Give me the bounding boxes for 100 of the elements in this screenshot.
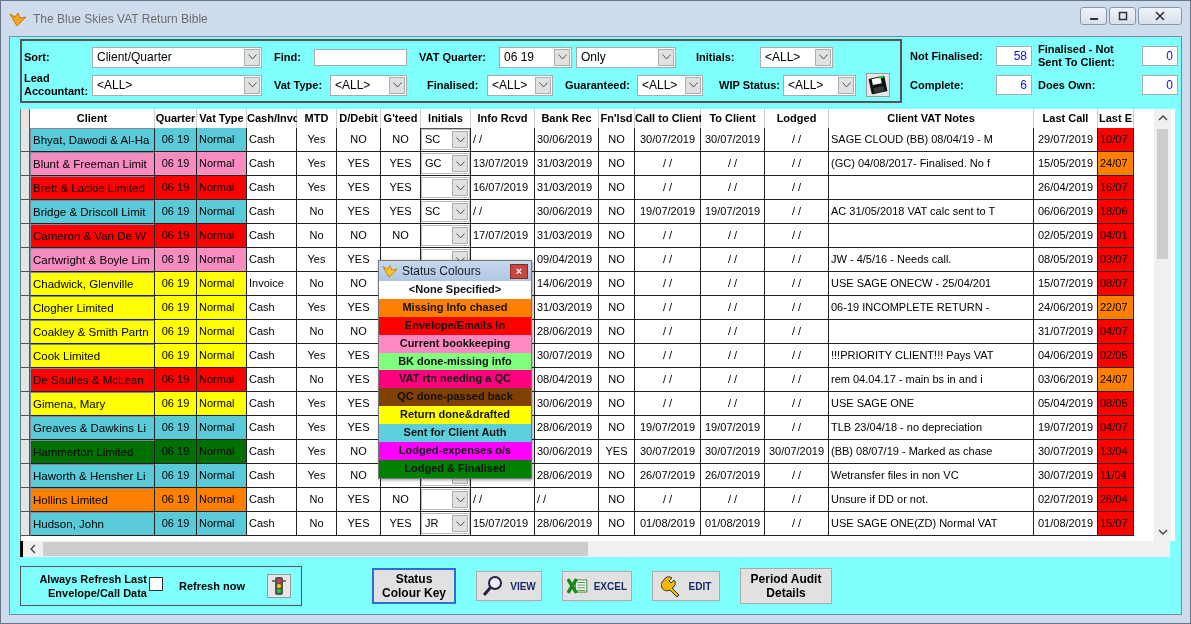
- table-cell: 31/07/2019: [1034, 320, 1098, 344]
- table-cell: 04/06/2019: [1034, 344, 1098, 368]
- table-cell: Cash: [247, 248, 297, 272]
- table-cell: Cash: [247, 296, 297, 320]
- table-cell: Normal: [197, 440, 247, 464]
- table-cell: Cartwright & Boyle Lim: [30, 248, 155, 272]
- table-cell: / /: [765, 296, 829, 320]
- always-refresh-label: Always Refresh Last Envelope/Call Data: [38, 572, 147, 600]
- table-cell: (GC) 04/08/2017- Finalised. No f: [829, 152, 1034, 176]
- table-cell: 26/07/2019: [701, 464, 765, 488]
- table-cell: Cash: [247, 512, 297, 536]
- table-cell: 06 19: [155, 392, 197, 416]
- table-cell: 06 19: [155, 440, 197, 464]
- table-cell: Cash: [247, 488, 297, 512]
- table-cell: 28/06/2019: [535, 512, 599, 536]
- table-cell: Unsure if DD or not.: [829, 488, 1034, 512]
- table-cell: NO: [599, 512, 635, 536]
- table-cell: YES: [337, 200, 381, 224]
- table-cell: / /: [701, 224, 765, 248]
- table-cell: No: [297, 272, 337, 296]
- status-colour-item: Return done&drafted: [379, 406, 531, 425]
- table-cell: Cash: [247, 152, 297, 176]
- stat-value: 6: [996, 75, 1032, 95]
- table-cell: 31/03/2019: [535, 224, 599, 248]
- table-cell: / /: [471, 128, 535, 152]
- table-cell: 30/07/2019: [1034, 464, 1098, 488]
- table-cell: Cash: [247, 416, 297, 440]
- table-cell: 29/07/2019: [1034, 128, 1098, 152]
- table-cell: 24/07: [1098, 368, 1134, 392]
- stat-label: Complete:: [910, 78, 965, 92]
- table-cell: Yes: [297, 416, 337, 440]
- table-cell: Bridge & Driscoll Limit: [30, 200, 155, 224]
- table-cell: 30/07/2019: [701, 128, 765, 152]
- status-colour-item: <None Specified>: [379, 281, 531, 299]
- table-cell: Yes: [297, 440, 337, 464]
- table-cell: No: [297, 224, 337, 248]
- table-cell: / /: [765, 344, 829, 368]
- table-cell: / /: [765, 368, 829, 392]
- table-cell: Cash: [247, 200, 297, 224]
- stat-label: Finalised - Not Sent To Client:: [1038, 43, 1116, 69]
- table-cell: 30/07/2019: [635, 128, 701, 152]
- refresh-now-label: Refresh now: [179, 580, 245, 592]
- table-cell: 16/07: [1098, 176, 1134, 200]
- table-cell: 13/04: [1098, 440, 1134, 464]
- status-colour-item: QC done-passed back: [379, 388, 531, 407]
- table-cell: 02/05: [1098, 344, 1134, 368]
- table-cell: 16/07/2019: [471, 176, 535, 200]
- table-cell: NO: [381, 224, 421, 248]
- table-cell: 30/07/2019: [1034, 440, 1098, 464]
- lead-accountant-label: Lead Accountant:: [24, 72, 90, 98]
- table-cell: 19/07/2019: [1034, 416, 1098, 440]
- find-label: Find:: [274, 51, 302, 63]
- table-cell: 14/06/2019: [535, 272, 599, 296]
- table-cell: 31/03/2019: [535, 176, 599, 200]
- table-cell: 30/07/2019: [535, 344, 599, 368]
- table-cell: 06 19: [155, 416, 197, 440]
- table-cell: 04/07: [1098, 416, 1134, 440]
- table-cell: / /: [635, 176, 701, 200]
- table-cell: No: [297, 200, 337, 224]
- table-cell: 04/01: [1098, 224, 1134, 248]
- table-cell: Cameron & Van De W: [30, 224, 155, 248]
- table-cell: 06 19: [155, 176, 197, 200]
- table-cell: 19/07/2019: [635, 416, 701, 440]
- table-cell: / /: [701, 152, 765, 176]
- stat-value: 0: [1142, 46, 1178, 66]
- table-cell: 30/07/2019: [635, 440, 701, 464]
- table-cell: / /: [535, 488, 599, 512]
- table-cell: 30/06/2019: [535, 128, 599, 152]
- table-cell: 11/04: [1098, 464, 1134, 488]
- table-cell: SAGE CLOUD (BB) 08/04/19 - M: [829, 128, 1034, 152]
- table-cell: / /: [765, 392, 829, 416]
- table-cell: Hammerton Limited: [30, 440, 155, 464]
- table-cell: NO: [599, 368, 635, 392]
- table-cell: 30/07/2019: [765, 440, 829, 464]
- table-cell: / /: [635, 368, 701, 392]
- popup-title: Status Colours: [402, 264, 481, 278]
- table-cell: 08/05/2019: [1034, 248, 1098, 272]
- table-cell: 26/07/2019: [635, 464, 701, 488]
- initials-label: Initials:: [696, 51, 736, 63]
- table-cell: 24/06/2019: [1034, 296, 1098, 320]
- table-cell: / /: [701, 392, 765, 416]
- guaranteed-label: Guaranteed:: [565, 79, 631, 91]
- table-cell: Normal: [197, 512, 247, 536]
- table-cell: 06 19: [155, 128, 197, 152]
- table-cell: / /: [635, 488, 701, 512]
- table-cell: 30/06/2019: [535, 440, 599, 464]
- table-cell: / /: [765, 152, 829, 176]
- table-cell: / /: [765, 200, 829, 224]
- table-cell: Normal: [197, 296, 247, 320]
- table-cell: Cash: [247, 176, 297, 200]
- finalised-label: Finalised:: [427, 79, 480, 91]
- table-cell: / /: [765, 488, 829, 512]
- table-cell: AC 31/05/2018 VAT calc sent to T: [829, 200, 1034, 224]
- table-cell: Yes: [297, 128, 337, 152]
- table-cell: Clogher Limited: [30, 296, 155, 320]
- table-cell: USE SAGE ONECW - 25/04/201: [829, 272, 1034, 296]
- table-cell: 05/04/2019: [1034, 392, 1098, 416]
- table-cell: De Saulles & McLean: [30, 368, 155, 392]
- table-cell: / /: [765, 416, 829, 440]
- table-cell: Normal: [197, 176, 247, 200]
